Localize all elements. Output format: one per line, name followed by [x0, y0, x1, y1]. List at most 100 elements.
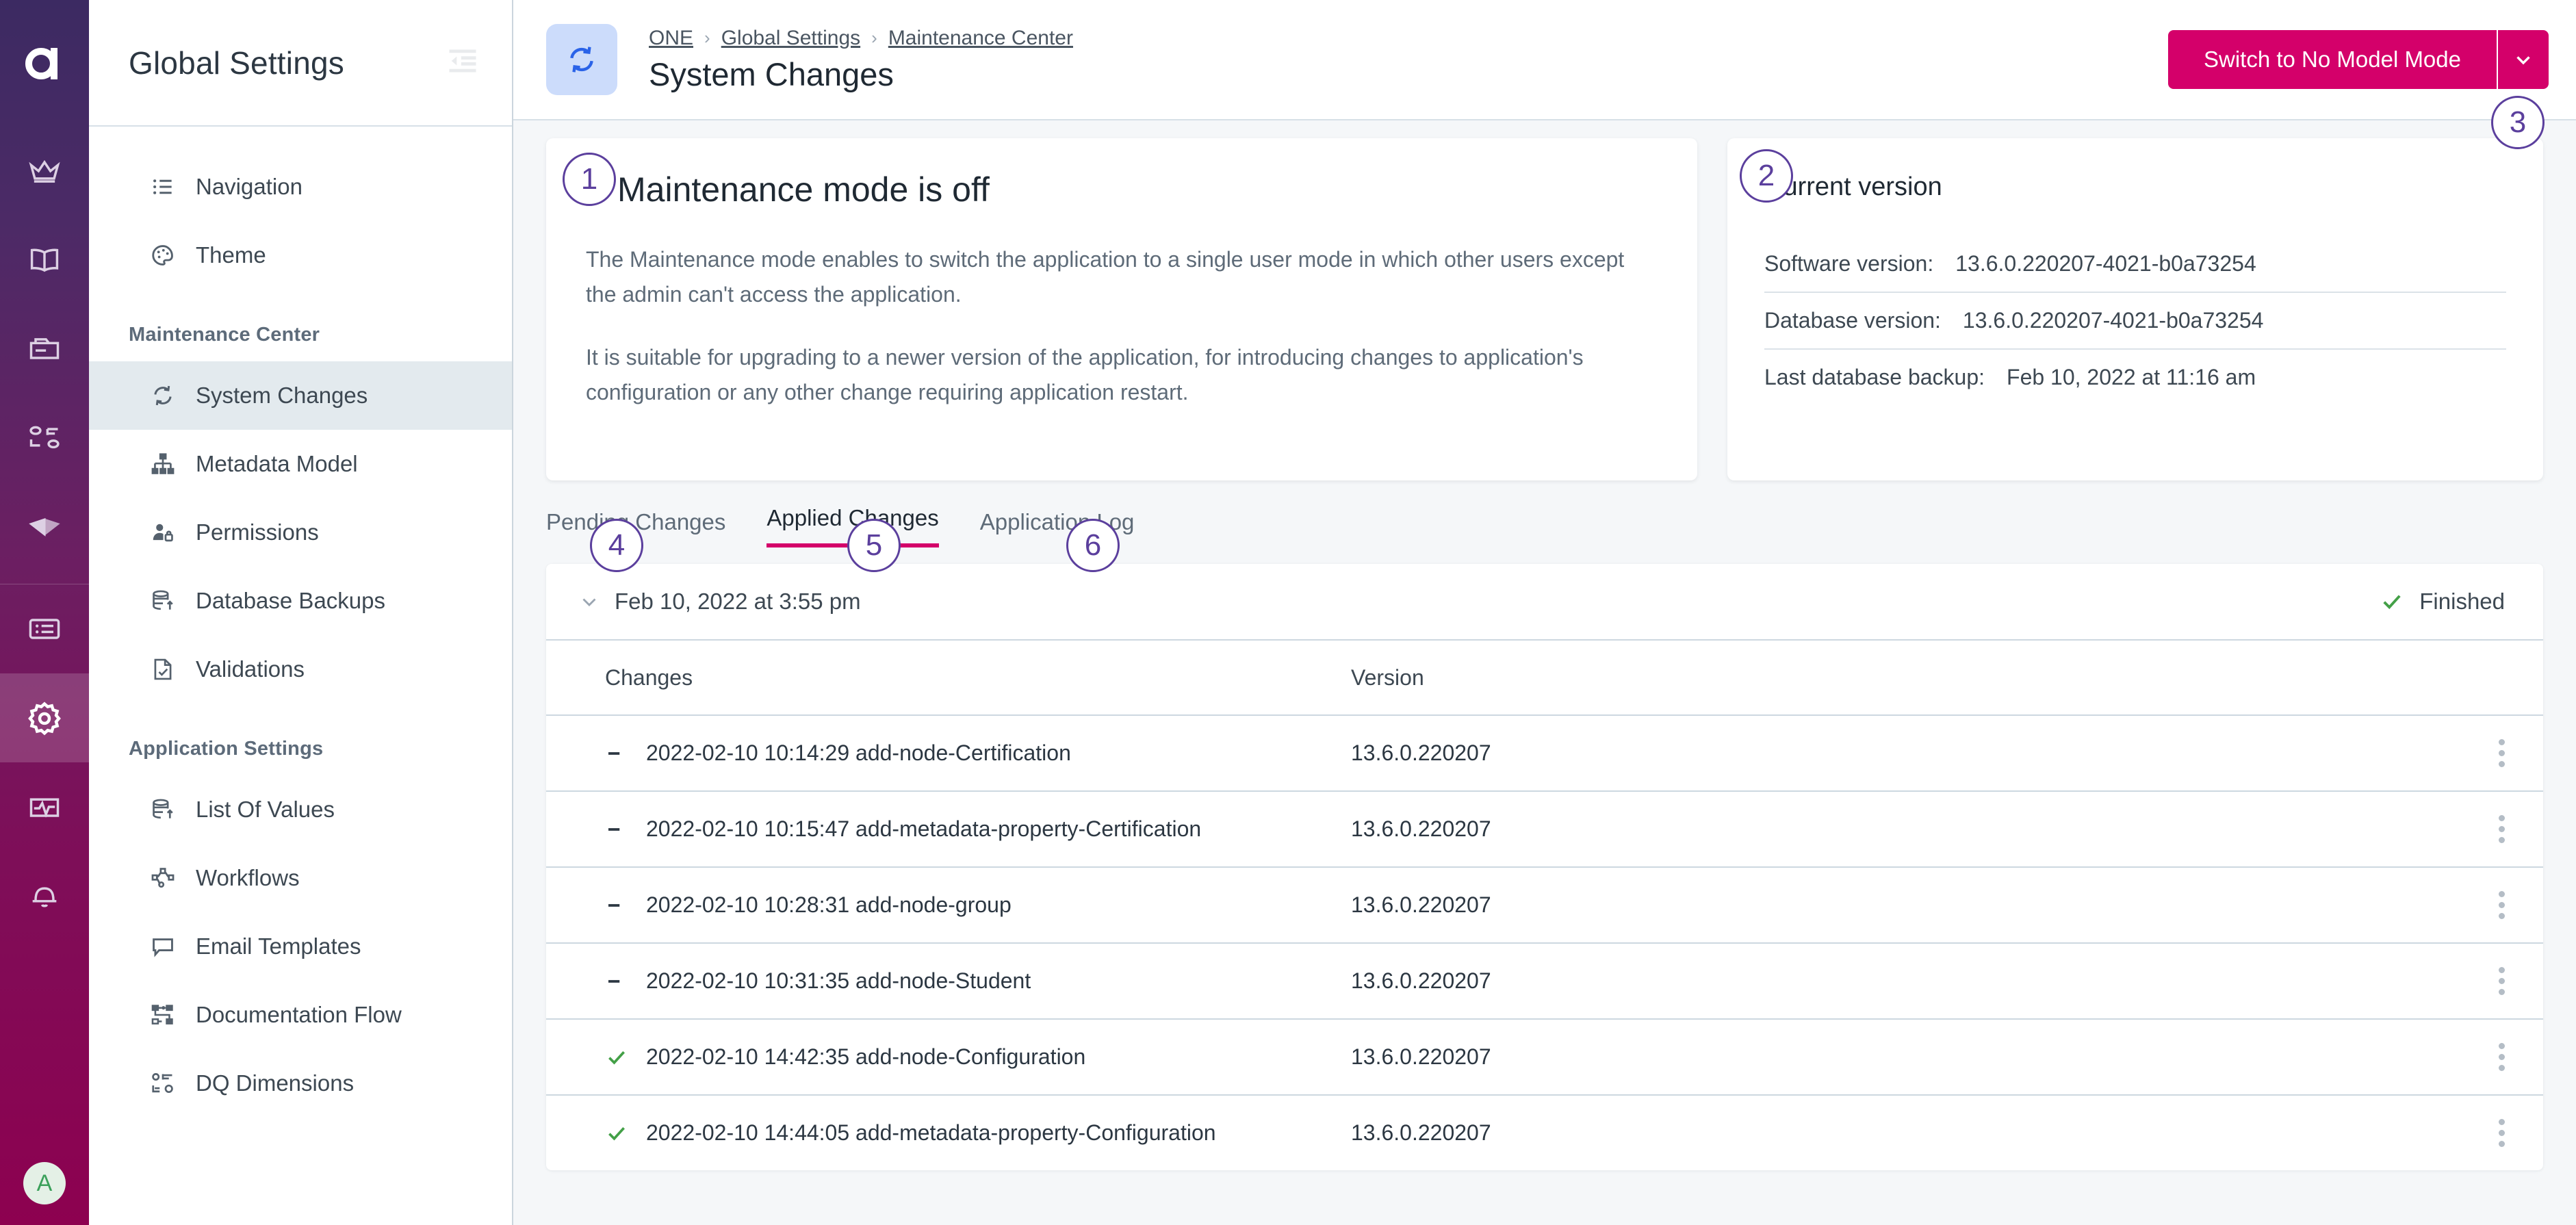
list-box-icon [27, 611, 62, 647]
rail-item-crown[interactable] [0, 127, 89, 216]
rail-item-security[interactable] [0, 482, 89, 571]
cell-change: 2022-02-10 10:28:31 add-node-group [646, 892, 1351, 918]
breadcrumb: ONE › Global Settings › Maintenance Cent… [649, 27, 2168, 50]
cell-version: 13.6.0.220207 [1351, 740, 1789, 766]
sidebar-header: Global Settings [89, 0, 512, 127]
sidebar-item-list-of-values[interactable]: List Of Values [89, 775, 512, 844]
dq-dimensions-icon [149, 1070, 177, 1097]
callout-badge-6: 6 [1066, 519, 1120, 572]
mode-dropdown-button[interactable] [2497, 30, 2549, 89]
table-row[interactable]: 2022-02-10 14:42:35 add-node-Configurati… [546, 1018, 2543, 1094]
book-icon [27, 242, 62, 278]
breadcrumb-separator: › [871, 27, 877, 49]
sidebar-item-label: Validations [196, 656, 305, 682]
document-check-icon [149, 656, 177, 683]
sidebar-item-workflows[interactable]: Workflows [89, 844, 512, 912]
rail-item-glossary[interactable] [0, 216, 89, 305]
version-row-value: 13.6.0.220207-4021-b0a73254 [1955, 251, 2256, 276]
status-dash-icon [605, 819, 646, 840]
sidebar-group-application-settings: Application Settings [89, 738, 512, 760]
status-text: Finished [2419, 589, 2505, 615]
data-quality-icon [27, 420, 62, 456]
table-row[interactable]: 2022-02-10 14:44:05 add-metadata-propert… [546, 1094, 2543, 1170]
callout-badge-1: 1 [563, 153, 616, 206]
changes-group-header[interactable]: Feb 10, 2022 at 3:55 pm Finished [546, 564, 2543, 641]
version-row-value: 13.6.0.220207-4021-b0a73254 [1963, 308, 2264, 333]
cell-version: 13.6.0.220207 [1351, 892, 1789, 918]
sidebar-item-email-templates[interactable]: Email Templates [89, 912, 512, 981]
catalog-icon [27, 331, 62, 367]
sidebar-item-validations[interactable]: Validations [89, 635, 512, 704]
maintenance-mode-title: Maintenance mode is off [617, 170, 990, 209]
status-dash-icon [605, 743, 646, 764]
applied-changes-table: Feb 10, 2022 at 3:55 pm Finished Changes… [546, 564, 2543, 1170]
changes-tabs: Pending Changes Applied Changes Applicat… [513, 480, 2576, 547]
breadcrumb-item-one[interactable]: ONE [649, 27, 693, 50]
bell-icon [27, 878, 62, 914]
sidebar-item-permissions[interactable]: Permissions [89, 498, 512, 567]
sidebar-item-database-backups[interactable]: Database Backups [89, 567, 512, 635]
avatar-initial: A [23, 1162, 66, 1204]
current-version-card: Current version Software version: 13.6.0… [1727, 138, 2543, 480]
sidebar-item-dq-dimensions[interactable]: DQ Dimensions [89, 1049, 512, 1118]
sidebar-item-theme[interactable]: Theme [89, 221, 512, 289]
sidebar-item-label: System Changes [196, 383, 368, 409]
kebab-menu-icon[interactable] [2499, 891, 2505, 919]
breadcrumb-item-maintenance-center[interactable]: Maintenance Center [888, 27, 1073, 50]
avatar[interactable]: A [0, 1162, 89, 1204]
rail-item-catalog[interactable] [0, 305, 89, 394]
sidebar-item-navigation[interactable]: Navigation [89, 153, 512, 221]
table-row[interactable]: 2022-02-10 10:28:31 add-node-group 13.6.… [546, 866, 2543, 942]
sidebar-item-label: Permissions [196, 519, 319, 545]
rail-item-monitoring[interactable] [0, 762, 89, 851]
check-icon [2380, 589, 2404, 614]
user-lock-icon [149, 519, 177, 546]
chevron-down-icon[interactable] [574, 590, 605, 613]
sidebar-item-label: Theme [196, 242, 266, 268]
kebab-menu-icon[interactable] [2499, 967, 2505, 995]
cell-change: 2022-02-10 14:42:35 add-node-Configurati… [646, 1044, 1351, 1070]
maintenance-description-1: The Maintenance mode enables to switch t… [586, 242, 1658, 311]
rail-item-settings[interactable] [0, 673, 89, 762]
hierarchy-icon [149, 450, 177, 478]
breadcrumb-item-global-settings[interactable]: Global Settings [721, 27, 860, 50]
rail-item-notifications[interactable] [0, 851, 89, 940]
app-logo[interactable] [0, 0, 89, 127]
callout-badge-4: 4 [590, 519, 643, 572]
kebab-menu-icon[interactable] [2499, 1119, 2505, 1147]
changes-group-date: Feb 10, 2022 at 3:55 pm [615, 589, 861, 615]
version-row-label: Database version: [1764, 308, 1941, 333]
rail-item-tasks[interactable] [0, 584, 89, 673]
main-content: ONE › Global Settings › Maintenance Cent… [513, 0, 2576, 1225]
kebab-menu-icon[interactable] [2499, 1043, 2505, 1071]
status-dash-icon [605, 895, 646, 916]
sidebar-item-label: Metadata Model [196, 451, 358, 477]
check-icon [605, 1046, 646, 1069]
workflow-icon [149, 864, 177, 892]
sidebar-item-metadata-model[interactable]: Metadata Model [89, 430, 512, 498]
sidebar-item-label: Workflows [196, 865, 300, 891]
palette-icon [149, 242, 177, 269]
cell-version: 13.6.0.220207 [1351, 816, 1789, 842]
sidebar-item-label: Navigation [196, 174, 302, 200]
sidebar-item-system-changes[interactable]: System Changes [89, 361, 512, 430]
column-header-changes: Changes [605, 665, 1351, 691]
status-badge: Finished [2380, 589, 2505, 615]
icon-rail: A [0, 0, 89, 1225]
kebab-menu-icon[interactable] [2499, 739, 2505, 767]
rail-item-data-quality[interactable] [0, 394, 89, 482]
sidebar-nav: Navigation Theme Maintenance Center [89, 127, 512, 1118]
page-title: System Changes [649, 55, 2168, 93]
table-row[interactable]: 2022-02-10 10:14:29 add-node-Certificati… [546, 714, 2543, 790]
sidebar-item-label: DQ Dimensions [196, 1070, 354, 1096]
header-actions: Switch to No Model Mode [2168, 30, 2549, 89]
cell-version: 13.6.0.220207 [1351, 968, 1789, 994]
content-area: Maintenance mode is off The Maintenance … [513, 120, 2576, 480]
sidebar-item-documentation-flow[interactable]: Documentation Flow [89, 981, 512, 1049]
collapse-panel-icon[interactable] [445, 43, 480, 82]
version-row-database: Database version: 13.6.0.220207-4021-b0a… [1764, 292, 2506, 348]
switch-to-no-model-mode-button[interactable]: Switch to No Model Mode [2168, 30, 2497, 89]
kebab-menu-icon[interactable] [2499, 815, 2505, 843]
table-row[interactable]: 2022-02-10 10:15:47 add-metadata-propert… [546, 790, 2543, 866]
table-row[interactable]: 2022-02-10 10:31:35 add-node-Student 13.… [546, 942, 2543, 1018]
